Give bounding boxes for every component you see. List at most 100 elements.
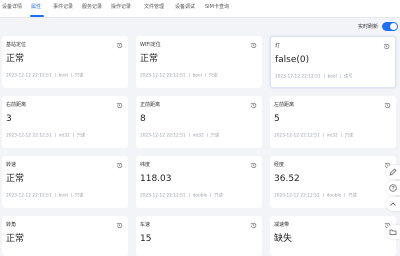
meta-separator — [344, 193, 346, 197]
side-tool-button[interactable] — [386, 225, 400, 239]
property-meta: 2023-12-12 22:12:51 bool 只读 — [6, 73, 83, 80]
folder-icon — [389, 229, 397, 235]
history-icon[interactable] — [250, 102, 257, 109]
tab-device-debug[interactable]: 设备调试 — [175, 3, 195, 11]
tab-service-log[interactable]: 服务记录 — [82, 3, 102, 11]
property-name: 转角 — [6, 222, 17, 228]
property-card: 右前距离 3 2023-12-12 22:12:51 int32 只读 — [2, 96, 128, 148]
history-icon[interactable] — [250, 222, 257, 229]
property-time: 2023-12-12 22:12:51 — [274, 133, 320, 139]
property-value: 8 — [140, 114, 146, 124]
property-name: 右前距离 — [6, 102, 27, 108]
property-access: 只读 — [76, 133, 86, 139]
meta-separator — [322, 133, 324, 137]
property-card: 车速 15 — [136, 216, 262, 256]
property-meta: 2023-12-12 22:12:51 double 只读 — [140, 193, 223, 200]
property-time: 2023-12-12 22:12:51 — [140, 133, 186, 139]
meta-separator — [70, 193, 72, 197]
tab-file-manage[interactable]: 文件管理 — [144, 3, 164, 11]
property-value: 正常 — [6, 54, 25, 64]
history-icon[interactable] — [250, 162, 257, 169]
property-value: 36.52 — [274, 174, 300, 184]
property-name: 转速 — [6, 162, 17, 168]
property-value: 3 — [6, 114, 12, 124]
property-access: 只读 — [74, 73, 84, 79]
history-icon[interactable] — [116, 222, 123, 229]
edit-button[interactable] — [386, 165, 400, 179]
property-value: 15 — [140, 234, 152, 244]
property-meta: 2023-12-12 22:12:51 bool 只读 — [140, 73, 217, 80]
realtime-refresh-label: 实时刷新 — [357, 24, 378, 30]
meta-separator — [339, 74, 341, 78]
realtime-refresh-toggle[interactable] — [382, 22, 398, 31]
property-meta: 2023-12-12 22:12:51 int32 只读 — [6, 133, 85, 140]
property-card: 减速带 缺失 — [270, 216, 396, 256]
meta-separator — [323, 74, 325, 78]
property-type: bool — [192, 73, 202, 79]
property-name: 正前距离 — [140, 102, 161, 108]
property-type: int32 — [192, 133, 204, 139]
history-icon[interactable] — [116, 42, 123, 49]
meta-separator — [204, 73, 206, 77]
property-time: 2023-12-12 22:12:51 — [140, 193, 186, 199]
property-card: 转角 正常 — [2, 216, 128, 256]
tab-operation-log[interactable]: 操作记录 — [111, 3, 131, 11]
property-type: bool — [327, 74, 337, 80]
edit-icon — [389, 168, 397, 176]
property-type: double — [326, 193, 342, 199]
property-name: 纬度 — [140, 162, 151, 168]
top-button[interactable] — [386, 197, 400, 211]
property-name: 左前距离 — [274, 102, 295, 108]
history-icon[interactable] — [116, 162, 123, 169]
meta-separator — [340, 133, 342, 137]
meta-separator — [210, 193, 212, 197]
property-meta: 2023-12-12 22:12:51 double 只读 — [274, 193, 357, 200]
property-time: 2023-12-12 22:12:51 — [140, 73, 186, 79]
help-button[interactable] — [386, 181, 400, 195]
property-card: 纬度 118.03 2023-12-12 22:12:51 double 只读 — [136, 156, 262, 208]
realtime-refresh: 实时刷新 — [338, 22, 398, 32]
property-type: bool — [58, 193, 68, 199]
property-access: 只读 — [344, 133, 354, 139]
property-time: 2023-12-12 22:12:51 — [274, 193, 320, 199]
history-icon[interactable] — [250, 42, 257, 49]
active-tab-indicator — [30, 15, 44, 17]
tab-properties[interactable]: 属性 — [31, 3, 41, 11]
property-type: double — [192, 193, 208, 199]
help-icon — [389, 184, 397, 192]
toggle-knob — [390, 23, 397, 30]
property-value: 正常 — [6, 234, 25, 244]
property-access: 只读 — [214, 193, 223, 199]
property-type: int32 — [326, 133, 338, 139]
tab-bar: 设备详情 属性 事件记录 服务记录 操作记录 文件管理 设备调试 SIM卡查询 — [0, 0, 400, 18]
property-card: WIFI定位 正常 2023-12-12 22:12:51 bool 只读 — [136, 36, 262, 88]
tab-sim-query[interactable]: SIM卡查询 — [205, 3, 229, 11]
meta-separator — [72, 133, 74, 137]
property-access: 只读 — [210, 133, 220, 139]
property-name: 经度 — [274, 162, 285, 168]
property-card: 经度 36.52 2023-12-12 22:12:51 double 只读 — [270, 156, 396, 208]
property-access: 只读 — [74, 193, 84, 199]
property-name: 减速带 — [274, 222, 290, 228]
property-card: 基站定位正常 2023-12-12 22:12:51 bool 只读 — [2, 36, 128, 88]
history-icon[interactable] — [384, 102, 391, 109]
meta-separator — [188, 133, 190, 137]
property-access: 读写 — [343, 74, 353, 80]
tab-event-log[interactable]: 事件记录 — [53, 3, 73, 11]
property-type: int32 — [58, 133, 70, 139]
property-value: 118.03 — [140, 174, 172, 184]
property-name: 基站定位 — [6, 42, 27, 48]
property-value: false(0) — [275, 55, 310, 65]
history-icon[interactable] — [383, 43, 390, 50]
property-value: 正常 — [140, 54, 159, 64]
property-meta: 2023-12-12 22:12:51 bool 读写 — [275, 74, 352, 81]
meta-separator — [54, 133, 56, 137]
property-time: 2023-12-12 22:12:51 — [6, 193, 52, 199]
property-access: 只读 — [348, 193, 357, 199]
property-card: 转速 正常 2023-12-12 22:12:51 bool 只读 — [2, 156, 128, 208]
property-card: 正前距离 8 2023-12-12 22:12:51 int32 只读 — [136, 96, 262, 148]
tab-device-detail[interactable]: 设备详情 — [2, 3, 22, 11]
history-icon[interactable] — [116, 102, 123, 109]
meta-separator — [322, 193, 324, 197]
property-value: 5 — [274, 114, 280, 124]
